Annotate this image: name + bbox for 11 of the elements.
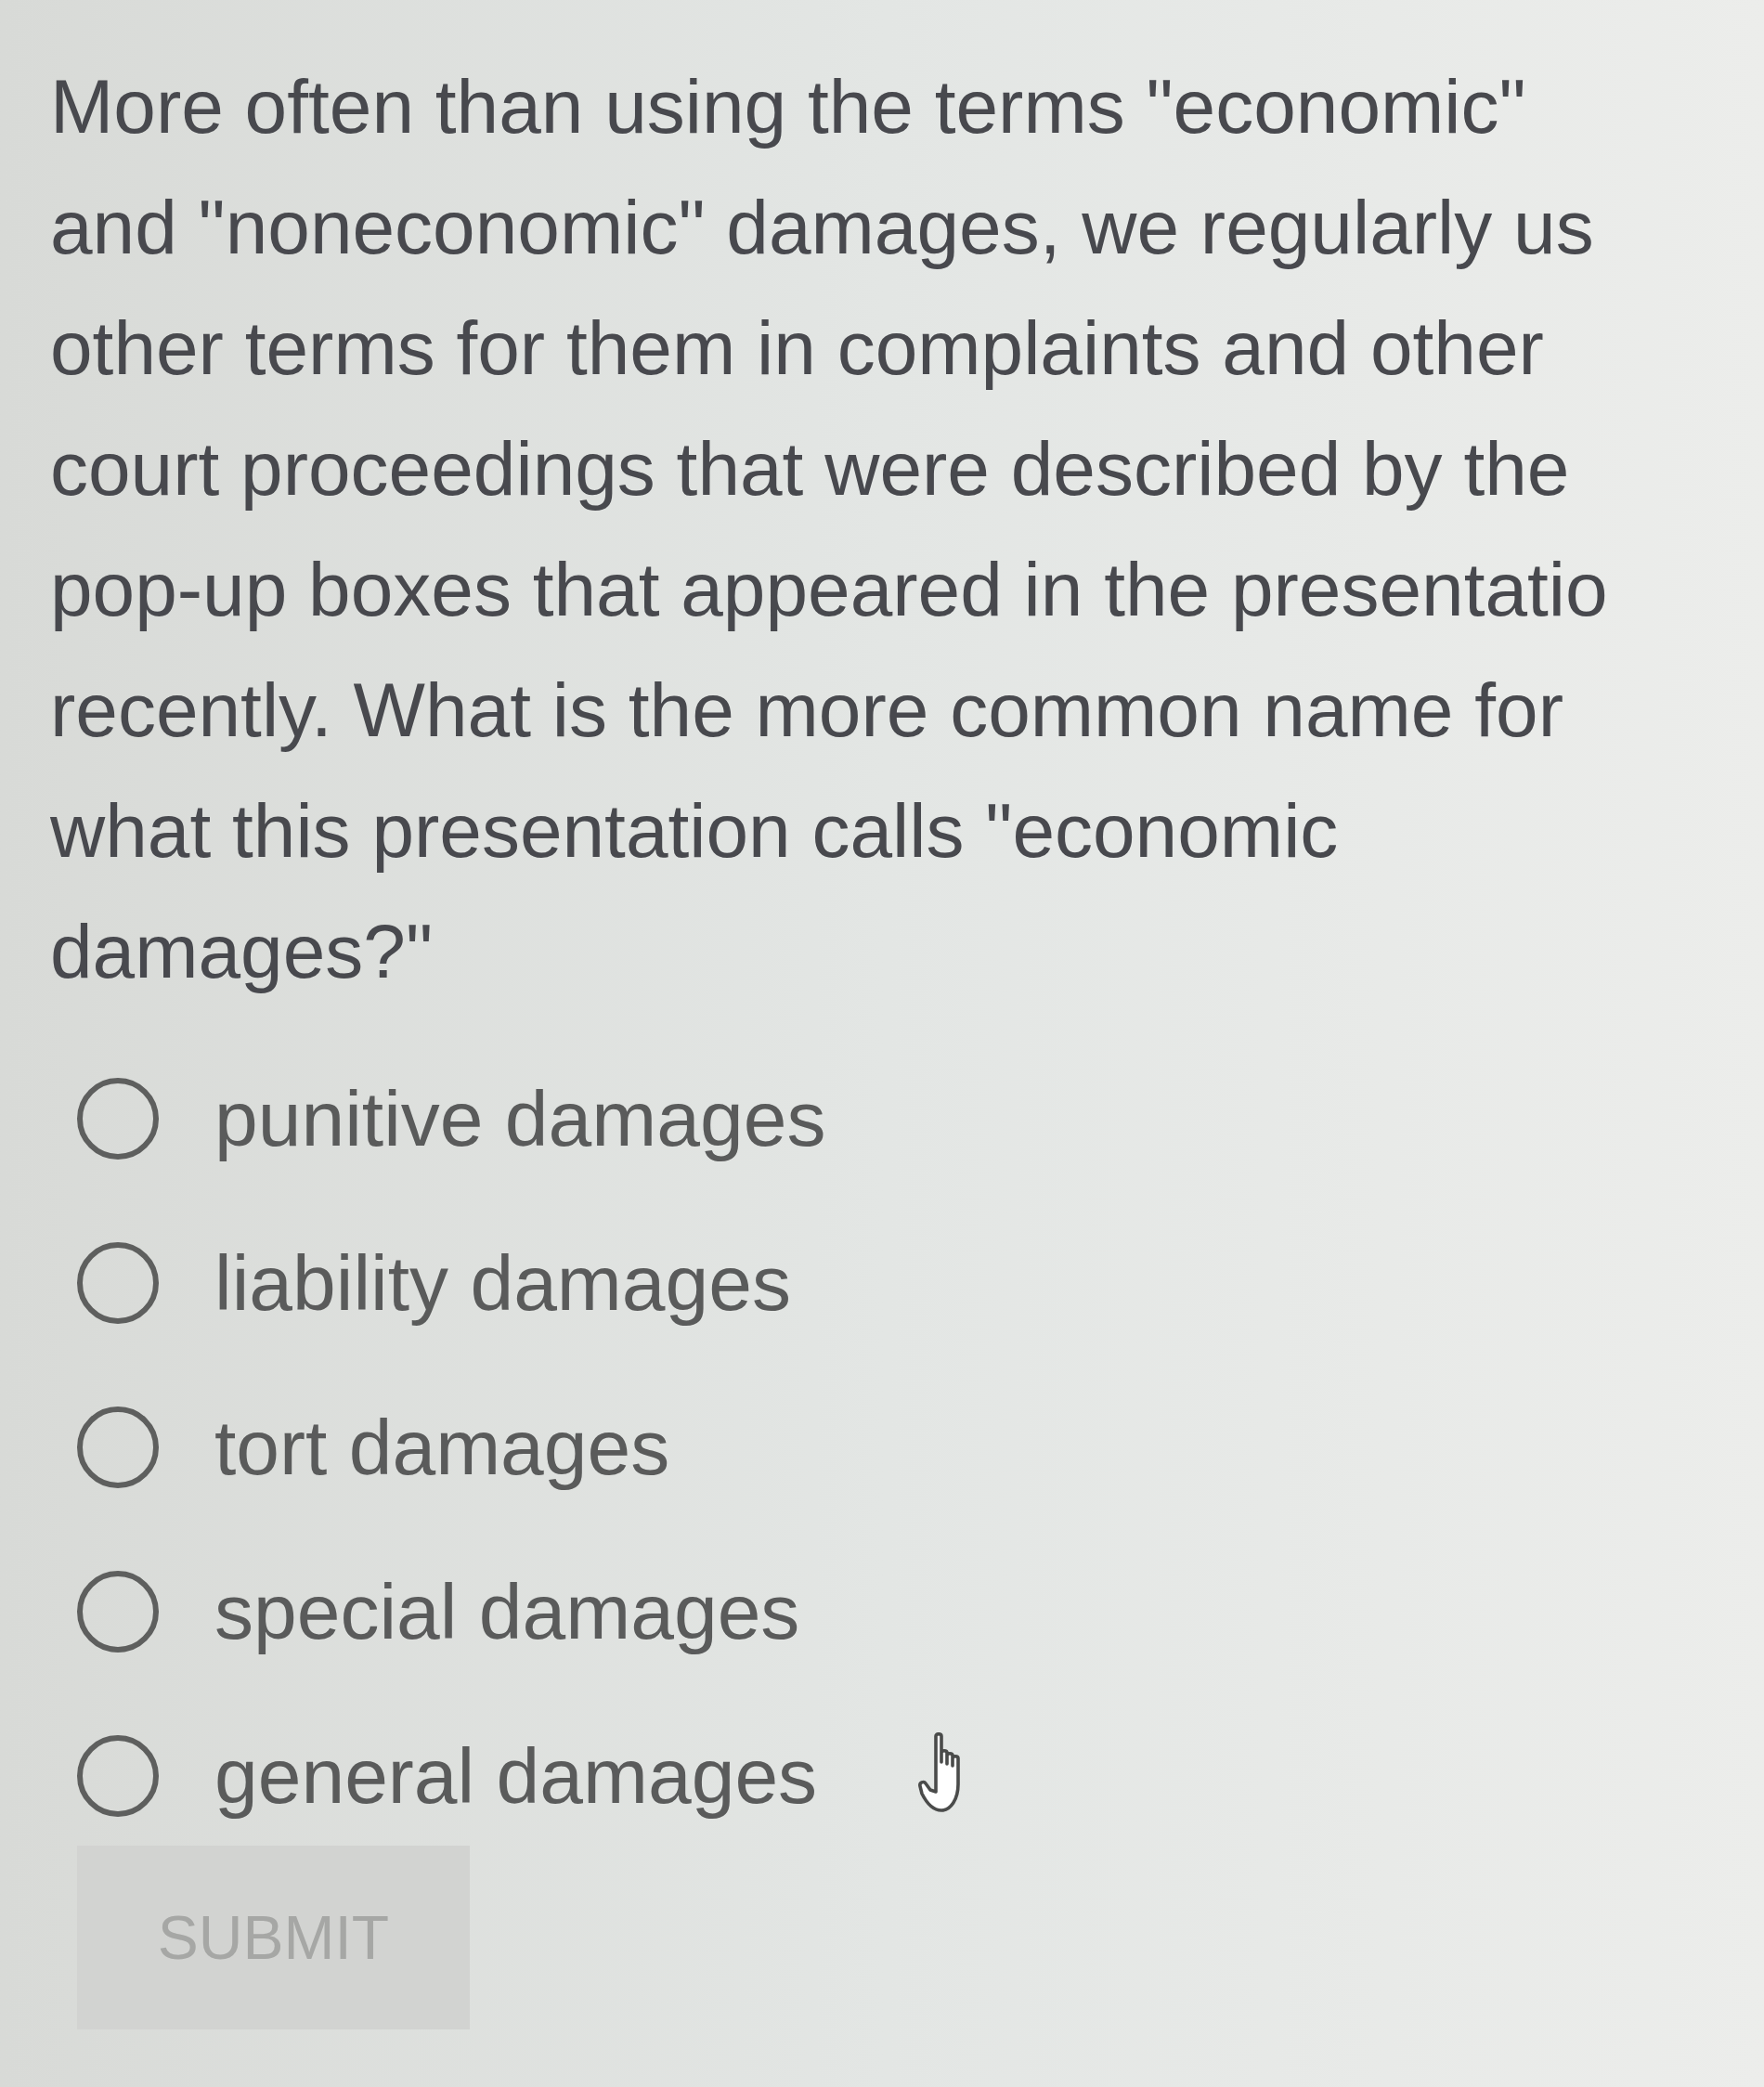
option-label[interactable]: punitive damages bbox=[214, 1072, 826, 1165]
radio-button[interactable] bbox=[77, 1242, 159, 1324]
option-label[interactable]: special damages bbox=[214, 1565, 800, 1658]
option-label[interactable]: liability damages bbox=[214, 1237, 791, 1329]
radio-button[interactable] bbox=[77, 1735, 159, 1817]
option-label[interactable]: general damages bbox=[214, 1730, 818, 1822]
radio-button[interactable] bbox=[77, 1571, 159, 1653]
radio-button[interactable] bbox=[77, 1078, 159, 1160]
option-label[interactable]: tort damages bbox=[214, 1401, 670, 1494]
question-text: More often than using the terms "economic" and "noneconomic" damages, we regularly us other terms for them in complaints and other court proceedings that were described by the pop-up boxes that appeared in the presentatio recently. What is the more common name for what this presentation calls "economic damages?" bbox=[50, 63, 1608, 995]
radio-button[interactable] bbox=[77, 1406, 159, 1488]
